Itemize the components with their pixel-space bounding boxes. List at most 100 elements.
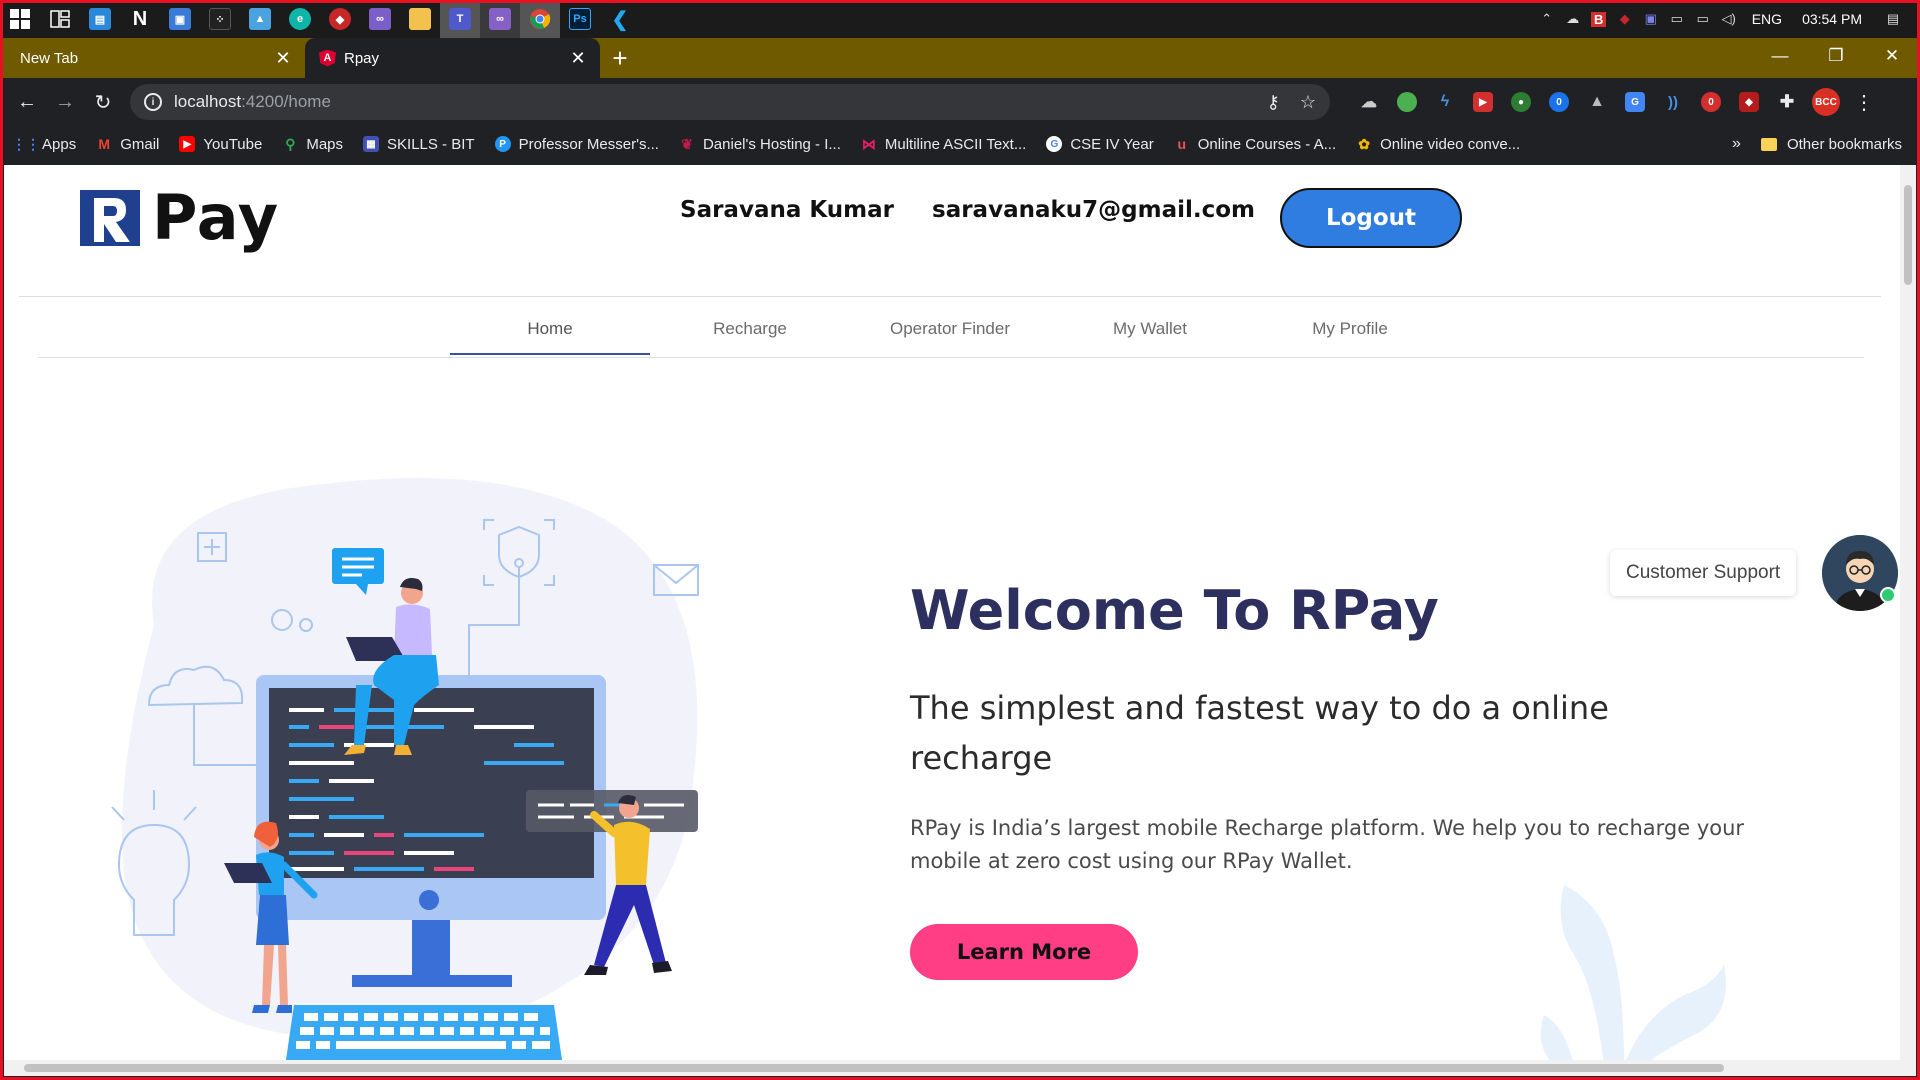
tab-my-profile[interactable]: My Profile: [1250, 303, 1450, 355]
tab-new-tab[interactable]: New Tab ✕: [0, 38, 305, 78]
url-path: :4200/home: [241, 92, 331, 111]
extension-video-icon[interactable]: ▶: [1473, 92, 1493, 112]
bookmark-multiline-ascii[interactable]: ⋈ Multiline ASCII Text...: [861, 136, 1026, 153]
notifications-icon[interactable]: ▤: [1880, 0, 1906, 38]
bookmark-cse-iv-year[interactable]: G CSE IV Year: [1046, 136, 1154, 153]
reload-icon: ↻: [94, 91, 112, 114]
tab-my-wallet[interactable]: My Wallet: [1050, 303, 1250, 355]
more-menu-icon[interactable]: ⋮: [1854, 90, 1874, 115]
volume-icon[interactable]: ◁): [1716, 0, 1742, 38]
bookmark-label: YouTube: [203, 135, 263, 153]
star-icon[interactable]: ☆: [1300, 92, 1316, 113]
taskbar-app[interactable]: ▣: [160, 0, 200, 38]
taskbar-app-notion[interactable]: Ν: [120, 0, 160, 38]
taskbar-app-chrome[interactable]: [520, 0, 560, 38]
extension-icon[interactable]: [1397, 92, 1417, 112]
udemy-icon: u: [1177, 136, 1187, 152]
tab-operator-finder[interactable]: Operator Finder: [850, 303, 1050, 355]
taskbar-app-visual-studio[interactable]: ∞: [480, 0, 520, 38]
taskbar-app-file-explorer[interactable]: [400, 0, 440, 38]
onedrive-icon[interactable]: ☁: [1560, 0, 1586, 38]
other-bookmarks[interactable]: Other bookmarks: [1760, 136, 1902, 153]
teams-tray-icon[interactable]: ▣: [1638, 0, 1664, 38]
extension-icon[interactable]: 0: [1701, 92, 1721, 112]
video-converter-icon: ✿: [1358, 135, 1370, 152]
bookmark-professor-messer[interactable]: P Professor Messer's...: [494, 136, 659, 153]
app-icon: ▤: [89, 8, 111, 30]
bookmarks-bar: ⋮⋮ Apps M Gmail ▶ YouTube ⚲ Maps ▦ SKILLS - B…: [0, 126, 1920, 162]
taskbar-app-visual-studio[interactable]: ∞: [360, 0, 400, 38]
logout-button[interactable]: Logout: [1280, 188, 1462, 248]
bookmark-label: Maps: [306, 135, 344, 153]
address-bar[interactable]: i localhost:4200/home ⚷ ☆: [130, 84, 1330, 120]
bookmark-daniels-hosting[interactable]: ❦ Daniel's Hosting - I...: [679, 136, 841, 153]
photoshop-icon: Ps: [569, 8, 591, 30]
horizontal-scrollbar[interactable]: [4, 1060, 1916, 1076]
minimize-button[interactable]: —: [1752, 38, 1808, 74]
taskbar-app[interactable]: ◆: [320, 0, 360, 38]
tray-chevron-up-icon[interactable]: ⌃: [1534, 0, 1560, 38]
close-icon[interactable]: ✕: [568, 48, 588, 69]
main-nav: Home Recharge Operator Finder My Wallet …: [450, 303, 1450, 355]
bookmarks-overflow-icon[interactable]: »: [1732, 135, 1741, 153]
site-info-icon[interactable]: i: [144, 93, 162, 111]
hero-illustration: [111, 478, 699, 1060]
bookmark-maps[interactable]: ⚲ Maps: [282, 136, 343, 153]
reload-button[interactable]: ↻: [86, 85, 120, 119]
taskbar-apps: ▤ Ν ▣ ⁘ ▲ e ◆ ∞ T ∞ Ps ❮: [0, 0, 640, 38]
taskbar-app-vscode[interactable]: ❮: [600, 0, 640, 38]
rpay-logo[interactable]: Pay: [80, 181, 279, 254]
edge-icon: e: [289, 8, 311, 30]
close-icon[interactable]: ✕: [273, 48, 293, 69]
close-window-button[interactable]: ✕: [1864, 38, 1920, 74]
tray-app-icon[interactable]: B: [1586, 0, 1612, 38]
taskbar-app-photoshop[interactable]: Ps: [560, 0, 600, 38]
bookmark-online-courses[interactable]: u Online Courses - A...: [1174, 136, 1336, 153]
blackberry-icon: ⁘: [209, 8, 231, 30]
taskbar-app-blackberry[interactable]: ⁘: [200, 0, 240, 38]
bookmark-gmail[interactable]: M Gmail: [96, 136, 159, 153]
profile-avatar[interactable]: BCC: [1812, 88, 1840, 116]
back-button[interactable]: ←: [10, 85, 44, 119]
scrollbar-thumb[interactable]: [24, 1064, 1724, 1072]
bookmark-apps[interactable]: ⋮⋮ Apps: [12, 136, 76, 153]
extension-incognito-icon[interactable]: ☁: [1359, 92, 1379, 112]
clock[interactable]: 03:54 PM: [1802, 11, 1862, 27]
forward-button[interactable]: →: [48, 85, 82, 119]
taskbar-app-edge[interactable]: e: [280, 0, 320, 38]
key-icon[interactable]: ⚷: [1267, 92, 1280, 113]
plus-icon: +: [612, 42, 628, 73]
extension-icon[interactable]: ●: [1511, 92, 1531, 112]
network-icon[interactable]: ▭: [1690, 0, 1716, 38]
restore-button[interactable]: ❐: [1808, 38, 1864, 74]
extension-audio-icon[interactable]: )): [1663, 92, 1683, 112]
task-view-button[interactable]: [40, 0, 80, 38]
scrollbar-thumb[interactable]: [1904, 185, 1912, 285]
bookmark-skills-bit[interactable]: ▦ SKILLS - BIT: [363, 136, 475, 153]
bookmark-youtube[interactable]: ▶ YouTube: [179, 136, 262, 153]
extension-icon[interactable]: ◆: [1739, 92, 1759, 112]
customer-support-label[interactable]: Customer Support: [1610, 550, 1797, 596]
taskbar-app[interactable]: ▤: [80, 0, 120, 38]
vertical-scrollbar[interactable]: [1900, 165, 1916, 1060]
new-tab-button[interactable]: +: [600, 38, 640, 78]
extensions-puzzle-icon[interactable]: ✚: [1777, 92, 1797, 112]
tab-rpay[interactable]: A Rpay ✕: [305, 38, 600, 78]
taskbar-app-teams[interactable]: T: [440, 0, 480, 38]
taskbar-app-photos[interactable]: ▲: [240, 0, 280, 38]
bookmark-online-video-converter[interactable]: ✿ Online video conve...: [1356, 136, 1520, 153]
extension-translate-icon[interactable]: G: [1625, 92, 1645, 112]
url-text[interactable]: localhost:4200/home: [174, 92, 1247, 112]
tray-app-icon[interactable]: ◆: [1612, 0, 1638, 38]
learn-more-button[interactable]: Learn More: [910, 924, 1138, 980]
extension-drive-icon[interactable]: ▲: [1587, 92, 1607, 112]
tab-recharge[interactable]: Recharge: [650, 303, 850, 355]
extension-ghost-icon[interactable]: 0: [1549, 92, 1569, 112]
tab-home[interactable]: Home: [450, 303, 650, 355]
extension-bolt-icon[interactable]: ϟ: [1435, 92, 1455, 112]
tab-label: New Tab: [20, 49, 79, 67]
windows-start-button[interactable]: [0, 0, 40, 38]
teams-icon: T: [449, 8, 471, 30]
battery-icon[interactable]: ▭: [1664, 0, 1690, 38]
input-language[interactable]: ENG: [1752, 11, 1782, 27]
